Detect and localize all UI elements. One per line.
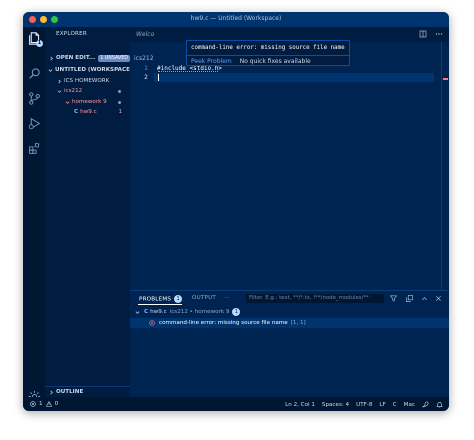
- end-of-line[interactable]: LF: [379, 402, 385, 408]
- problem-count: 1: [118, 109, 122, 115]
- hover-error-message: command-line error: missing source file …: [191, 45, 345, 51]
- platform-config[interactable]: Mac: [404, 402, 415, 408]
- status-right: Ln 2, Col 1 Spaces: 4 UTF-8 LF C Mac: [285, 401, 443, 408]
- open-editors-label: OPEN EDIT...: [56, 55, 96, 61]
- tab-label: Welco: [136, 31, 155, 38]
- problem-file-path: ics212 • homework 9: [169, 309, 230, 315]
- outline-section[interactable]: OUTLINE: [45, 386, 130, 397]
- editor-area: Welco ics212 1 2 #include <stdio.h>: [130, 27, 449, 290]
- status-bar: 1 0 Ln 2, Col 1 Spaces: 4 UTF-8 LF C Mac: [23, 397, 449, 411]
- tree-item-ics-homework[interactable]: ICS HOMEWORK: [45, 76, 130, 86]
- files-icon[interactable]: 1: [27, 31, 43, 47]
- modified-dot: [118, 90, 121, 93]
- active-tab-underline: [138, 304, 182, 305]
- panel-more-tabs[interactable]: ···: [224, 295, 230, 301]
- c-file-icon: C: [74, 109, 79, 115]
- warning-count: 0: [54, 401, 59, 407]
- run-debug-icon[interactable]: [27, 116, 41, 130]
- editor-actions: [419, 30, 443, 38]
- chevron-down-icon: [48, 67, 53, 73]
- filter-icon[interactable]: [390, 295, 397, 302]
- modified-dot: [118, 101, 121, 104]
- tree-item-label: homework 9: [72, 99, 107, 105]
- chevron-right-icon: [48, 55, 54, 61]
- chevron-right-icon: [56, 78, 62, 84]
- error-count: 1: [39, 401, 43, 407]
- error-hover-popup: command-line error: missing source file …: [186, 40, 350, 66]
- tab-welcome[interactable]: Welco: [130, 27, 154, 42]
- warning-count-icon: [45, 401, 52, 407]
- line-numbers: 1 2: [130, 64, 152, 82]
- chevron-right-icon: [48, 389, 54, 395]
- problems-filter-input[interactable]: Filter. E.g.: text, **/*.ts, !**/node_mo…: [246, 294, 384, 303]
- problems-count-badge: 1: [174, 295, 183, 303]
- chevron-up-icon[interactable]: [421, 295, 428, 302]
- notifications-bell-icon[interactable]: [436, 401, 443, 408]
- tree-item-label: ics212: [64, 88, 83, 94]
- encoding[interactable]: UTF-8: [356, 402, 372, 408]
- title-bar: hw9.c — Untitled (Workspace): [23, 12, 449, 27]
- explorer-title: EXPLORER: [56, 31, 87, 37]
- code-line[interactable]: [157, 73, 222, 82]
- open-editors-section[interactable]: OPEN EDIT... 1 UNSAVED: [45, 53, 130, 63]
- tree-item-label: hw9.c: [80, 109, 97, 115]
- panel-tabs: PROBLEMS 1 OUTPUT ··· Filter. E.g.: text,…: [130, 291, 449, 306]
- split-editor-icon[interactable]: [419, 30, 427, 38]
- language-mode[interactable]: C: [393, 402, 397, 408]
- tab-problems[interactable]: PROBLEMS 1: [139, 295, 183, 303]
- line-number: 2: [144, 74, 148, 81]
- search-icon[interactable]: [27, 66, 41, 80]
- file-problem-count: 1: [232, 308, 241, 316]
- explorer-sidebar: EXPLORER OPEN EDIT... 1 UNSAVED UNTITLED…: [45, 27, 133, 397]
- activity-bar: 1: [23, 27, 45, 402]
- tree-item-homework-9[interactable]: homework 9: [45, 97, 130, 107]
- problem-message: command-line error: missing source file …: [159, 320, 288, 326]
- problems-status[interactable]: 1 0: [30, 401, 58, 407]
- more-actions-icon[interactable]: [435, 30, 443, 38]
- tree-item-label: ICS HOMEWORK: [64, 78, 110, 84]
- cursor-position[interactable]: Ln 2, Col 1: [285, 402, 315, 408]
- explorer-badge: 1: [36, 40, 43, 47]
- no-quick-fixes-label: No quick fixes available: [239, 57, 311, 65]
- vscode-window: hw9.c — Untitled (Workspace) 1 EXPLORER …: [23, 12, 449, 411]
- chevron-down-icon: [134, 309, 140, 315]
- chevron-down-icon: [64, 99, 70, 105]
- collapse-all-icon[interactable]: [406, 295, 413, 302]
- hover-actions: Peek Problem No quick fixes available: [187, 55, 349, 66]
- error-icon: [149, 320, 155, 326]
- tab-label: PROBLEMS: [139, 296, 172, 303]
- problem-file-name: hw9.c: [150, 309, 167, 315]
- feedback-icon[interactable]: [422, 401, 429, 408]
- close-icon[interactable]: [435, 295, 442, 302]
- window-title: hw9.c — Untitled (Workspace): [190, 15, 282, 22]
- code-text[interactable]: #include <stdio.h>: [157, 64, 222, 82]
- tree-item-hw9c[interactable]: C hw9.c 1: [45, 107, 130, 117]
- unsaved-badge: 1 UNSAVED: [98, 54, 130, 62]
- indentation[interactable]: Spaces: 4: [322, 402, 349, 408]
- line-number: 1: [144, 65, 148, 72]
- tab-output[interactable]: OUTPUT: [192, 295, 216, 301]
- tree-item-ics212[interactable]: ics212: [45, 86, 130, 96]
- workspace-section[interactable]: UNTITLED (WORKSPACE): [45, 65, 133, 75]
- chevron-down-icon: [56, 88, 62, 94]
- error-count-icon: [30, 401, 36, 407]
- workspace-label: UNTITLED (WORKSPACE): [55, 67, 133, 73]
- source-control-icon[interactable]: [27, 91, 41, 105]
- problem-location: [1, 1]: [290, 320, 306, 326]
- peek-problem-link[interactable]: Peek Problem: [191, 58, 232, 65]
- overview-ruler[interactable]: [441, 42, 449, 290]
- problem-item[interactable]: command-line error: missing source file …: [130, 318, 449, 328]
- outline-label: OUTLINE: [56, 389, 84, 395]
- extensions-icon[interactable]: [27, 141, 41, 155]
- problems-file-row[interactable]: C hw9.c ics212 • homework 9 1: [134, 308, 241, 316]
- bottom-panel: PROBLEMS 1 OUTPUT ··· Filter. E.g.: text,…: [130, 290, 449, 397]
- error-squiggle: [158, 71, 218, 72]
- text-cursor: [158, 74, 159, 81]
- error-marker: [443, 78, 448, 80]
- c-file-icon: C: [144, 309, 149, 315]
- breadcrumb[interactable]: ics212: [134, 55, 154, 62]
